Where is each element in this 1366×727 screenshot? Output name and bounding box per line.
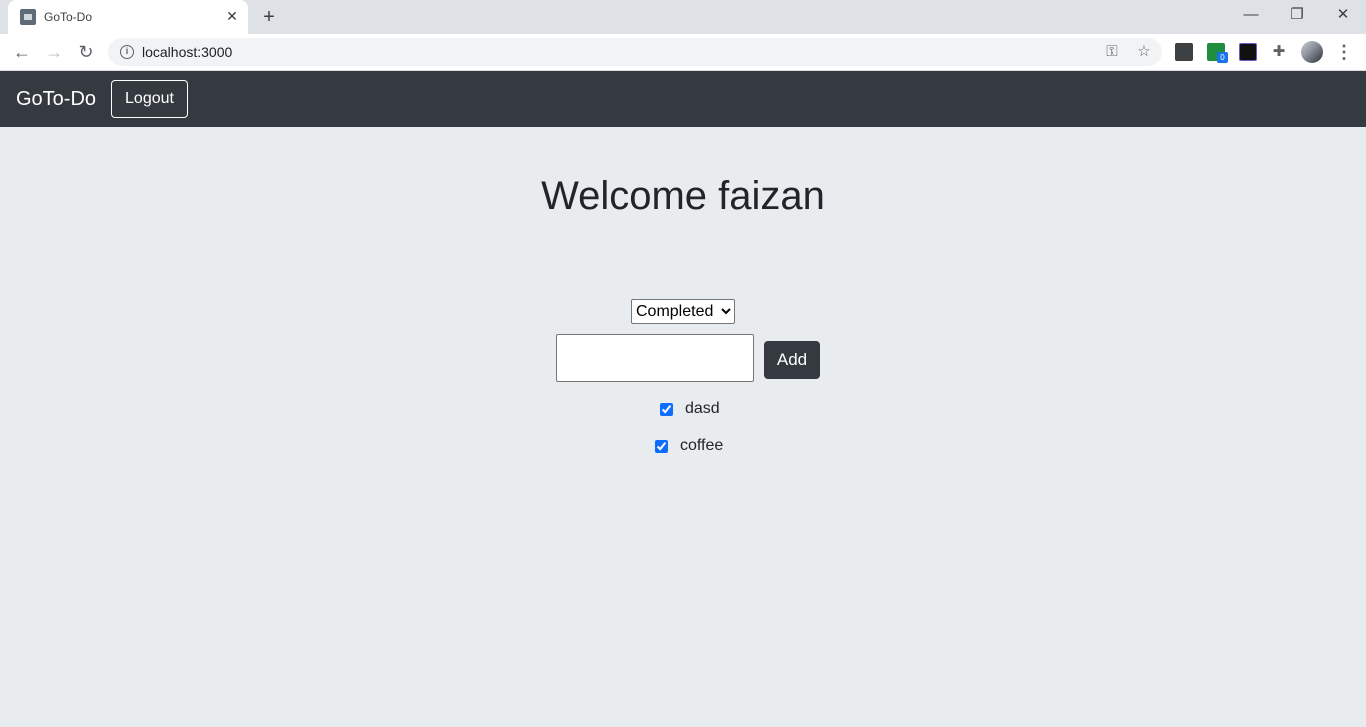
favicon-icon [20,9,36,25]
browser-tabstrip: GoTo-Do ✕ + — ❐ ✕ [0,0,1366,34]
minimize-icon[interactable]: — [1238,4,1264,26]
key-icon[interactable]: ⚿ [1102,42,1122,62]
reload-icon[interactable]: ↻ [74,40,98,64]
restore-icon[interactable]: ❐ [1284,4,1310,26]
todo-text: dasd [685,400,720,417]
todo-checkbox[interactable] [655,439,668,453]
extension-2-icon[interactable]: 0 [1207,43,1228,63]
address-bar[interactable]: i localhost:3000 ⚿ ☆ [108,38,1162,66]
page-title: Welcome faizan [541,174,825,218]
star-icon[interactable]: ☆ [1134,42,1154,62]
extension-3-icon[interactable] [1239,43,1257,61]
todo-checkbox[interactable] [660,402,673,416]
todo-item: dasd [660,398,720,420]
brand-link[interactable]: GoTo-Do [16,88,96,111]
browser-tab[interactable]: GoTo-Do ✕ [8,0,248,34]
todo-input[interactable] [556,334,754,382]
todo-item: coffee [655,435,723,457]
browser-toolbar: ← → ↻ i localhost:3000 ⚿ ☆ 0 ✚ ⋮ [0,34,1366,71]
logout-button[interactable]: Logout [111,80,188,118]
forward-icon[interactable]: → [42,40,66,64]
close-tab-icon[interactable]: ✕ [224,8,240,24]
new-tab-icon[interactable]: + [258,6,280,28]
close-window-icon[interactable]: ✕ [1330,4,1356,26]
app-navbar: GoTo-Do Logout [0,71,1366,127]
menu-dots-icon[interactable]: ⋮ [1334,40,1354,64]
profile-avatar[interactable] [1301,41,1323,63]
info-icon[interactable]: i [120,45,134,59]
add-button[interactable]: Add [764,341,820,379]
extension-badge: 0 [1217,52,1228,63]
url-text[interactable]: localhost:3000 [142,44,232,60]
status-filter-select[interactable]: Completed [631,299,735,324]
puzzle-icon[interactable]: ✚ [1269,42,1289,62]
back-icon[interactable]: ← [10,40,34,64]
todo-text: coffee [680,437,724,454]
tab-title: GoTo-Do [44,10,93,24]
extension-1-icon[interactable] [1175,43,1193,61]
